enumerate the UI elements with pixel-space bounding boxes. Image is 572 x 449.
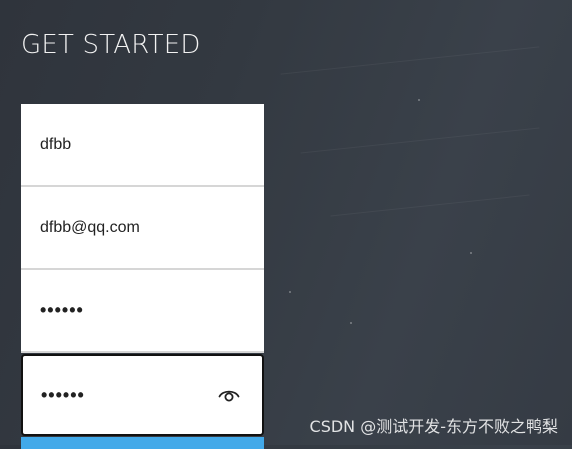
watermark-text: CSDN @测试开发-东方不败之鸭梨 — [309, 417, 558, 436]
name-field[interactable]: dfbb — [21, 104, 264, 187]
signup-form: dfbb dfbb@qq.com •••••• •••••• — [21, 104, 264, 436]
background-streak — [330, 194, 530, 217]
background-speck — [418, 99, 420, 101]
background-speck — [289, 291, 291, 293]
page-title: GET STARTED — [21, 30, 201, 60]
email-field[interactable]: dfbb@qq.com — [21, 187, 264, 270]
background-speck — [470, 252, 472, 254]
email-field-value: dfbb@qq.com — [40, 218, 140, 236]
password-field-value: •••••• — [40, 300, 84, 320]
background-speck — [350, 322, 352, 324]
eye-icon[interactable] — [218, 387, 240, 403]
background-streak — [300, 127, 540, 154]
confirm-password-field-value: •••••• — [41, 384, 85, 405]
name-field-value: dfbb — [40, 135, 72, 153]
submit-button[interactable] — [21, 437, 264, 449]
confirm-password-field[interactable]: •••••• — [21, 354, 264, 436]
background-streak — [280, 46, 540, 75]
password-field[interactable]: •••••• — [21, 270, 264, 353]
